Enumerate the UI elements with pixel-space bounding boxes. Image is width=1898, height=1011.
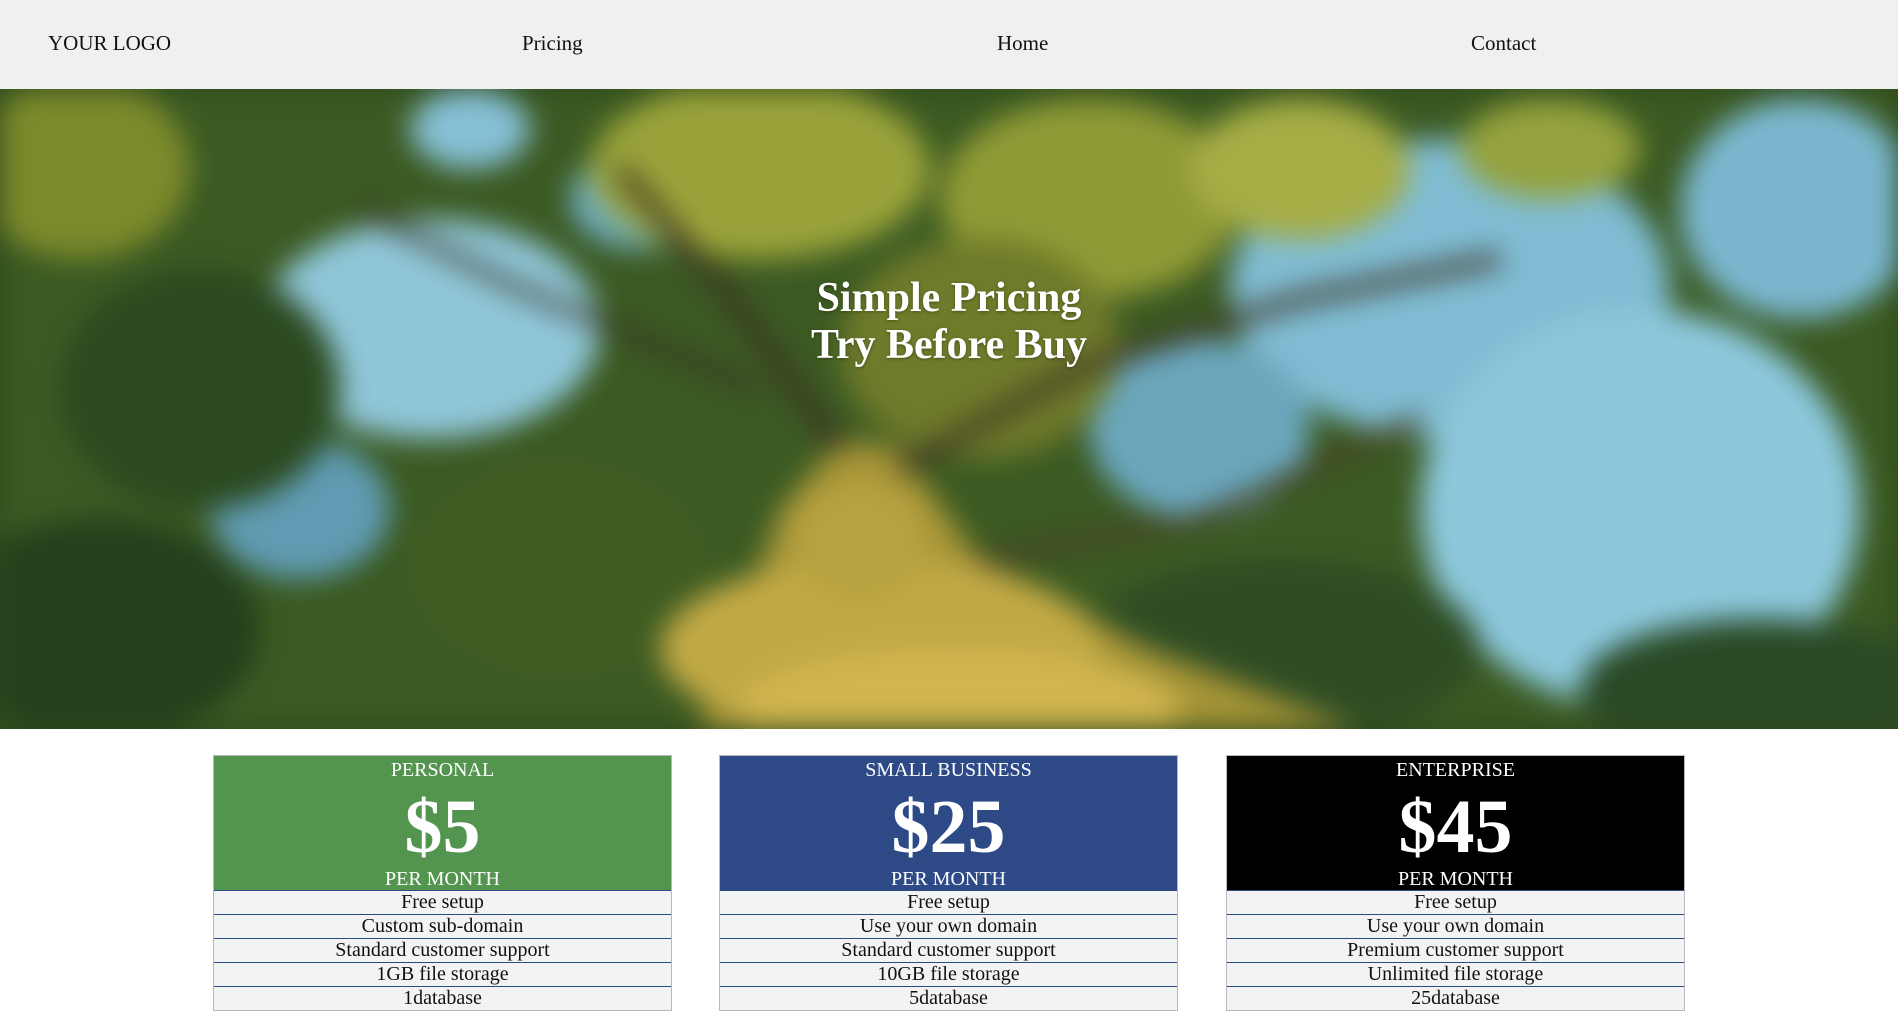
plan-feature: 5database <box>720 986 1177 1010</box>
plan-card-enterprise: ENTERPRISE $45 PER MONTH Free setup Use … <box>1226 755 1685 1011</box>
nav-link-contact[interactable]: Contact <box>1471 30 1536 56</box>
plan-price: $25 <box>891 785 1006 869</box>
plan-card-small-business: SMALL BUSINESS $25 PER MONTH Free setup … <box>719 755 1178 1011</box>
plan-feature: Use your own domain <box>720 914 1177 938</box>
plan-feature: Custom sub-domain <box>214 914 671 938</box>
plan-feature: 1database <box>214 986 671 1010</box>
plan-feature: Free setup <box>1227 890 1684 914</box>
plan-feature: Free setup <box>214 890 671 914</box>
nav-link-pricing[interactable]: Pricing <box>522 30 583 56</box>
plan-feature: 10GB file storage <box>720 962 1177 986</box>
hero-banner: Simple Pricing Try Before Buy <box>0 89 1898 729</box>
plan-period: PER MONTH <box>384 868 500 890</box>
plan-price: $5 <box>404 785 481 869</box>
plan-header: SMALL BUSINESS $25 PER MONTH <box>720 756 1177 890</box>
plan-name: SMALL BUSINESS <box>865 759 1032 781</box>
plan-feature: 1GB file storage <box>214 962 671 986</box>
plan-period: PER MONTH <box>890 868 1006 890</box>
hero-title-line-1: Simple Pricing <box>816 275 1082 321</box>
plan-feature: Use your own domain <box>1227 914 1684 938</box>
plan-feature: Free setup <box>720 890 1177 914</box>
plan-feature: Standard customer support <box>214 938 671 962</box>
hero-title: Simple Pricing Try Before Buy <box>0 275 1898 369</box>
plan-feature: Premium customer support <box>1227 938 1684 962</box>
plan-period: PER MONTH <box>1397 868 1513 890</box>
plan-name: ENTERPRISE <box>1396 759 1515 781</box>
hero-background-image <box>0 89 1898 729</box>
plan-card-personal: PERSONAL $5 PER MONTH Free setup Custom … <box>213 755 672 1011</box>
plan-header: ENTERPRISE $45 PER MONTH <box>1227 756 1684 890</box>
plan-header: PERSONAL $5 PER MONTH <box>214 756 671 890</box>
nav-link-home[interactable]: Home <box>997 30 1048 56</box>
plan-feature: Standard customer support <box>720 938 1177 962</box>
plan-feature: 25database <box>1227 986 1684 1010</box>
top-nav: YOUR LOGO Pricing Home Contact <box>0 0 1898 89</box>
plan-name: PERSONAL <box>390 759 495 781</box>
plan-feature: Unlimited file storage <box>1227 962 1684 986</box>
pricing-section: PERSONAL $5 PER MONTH Free setup Custom … <box>0 755 1898 1011</box>
plan-price: $45 <box>1398 785 1513 869</box>
hero-title-line-2: Try Before Buy <box>810 322 1088 368</box>
logo-link[interactable]: YOUR LOGO <box>48 30 171 56</box>
